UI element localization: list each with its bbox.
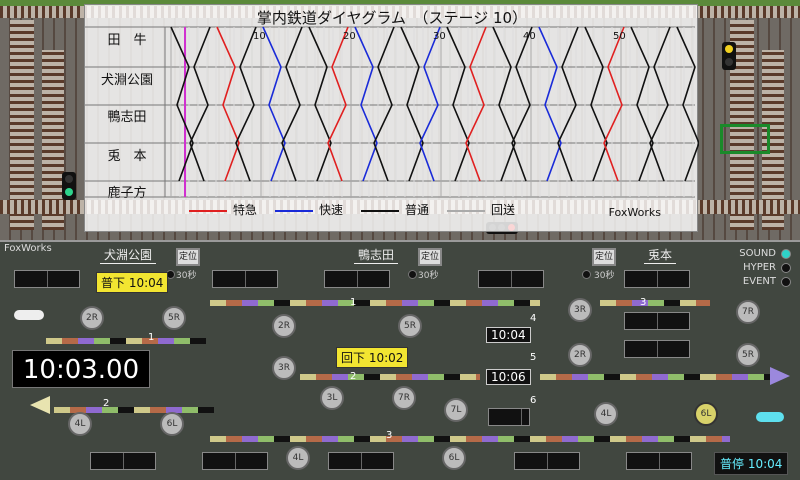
arrow-right-icon [770,367,790,385]
train-icon-left [14,310,44,320]
panel-overlay [14,310,790,422]
train-icon-right [756,412,784,422]
arrow-left-icon [30,396,50,414]
